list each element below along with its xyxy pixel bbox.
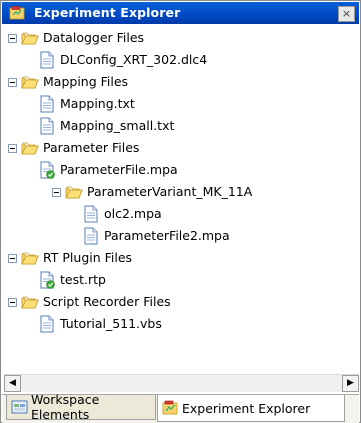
folder-icon <box>21 293 39 311</box>
tree-file-dlconfig[interactable]: DLConfig_XRT_302.dlc4 <box>38 49 207 71</box>
experiment-explorer-icon <box>162 400 178 415</box>
document-icon <box>82 227 100 245</box>
tree-file-label: ParameterFile2.mpa <box>104 228 230 243</box>
close-button[interactable]: × <box>338 6 355 22</box>
workspace-icon <box>11 400 28 414</box>
tree-file-olc2[interactable]: olc2.mpa <box>82 203 162 225</box>
document-icon <box>38 315 56 333</box>
scroll-left-button[interactable]: ◀ <box>4 375 21 392</box>
document-icon <box>82 205 100 223</box>
tree-folder-parameter-variant[interactable]: ParameterVariant_MK_11A <box>52 181 252 203</box>
document-icon <box>38 95 56 113</box>
experiment-tree: Datalogger Files DLConfig_XRT_302.dlc4 M… <box>2 25 359 371</box>
document-icon <box>38 117 56 135</box>
tree-file-label: DLConfig_XRT_302.dlc4 <box>60 52 208 67</box>
document-icon <box>38 51 56 69</box>
panel-tab-strip: Workspace Elements Experiment Explorer <box>2 392 359 423</box>
tree-folder-parameter[interactable]: Parameter Files <box>8 137 139 159</box>
collapse-toggle[interactable] <box>8 143 17 153</box>
tab-label: Workspace Elements <box>31 392 100 422</box>
collapse-toggle[interactable] <box>8 297 17 307</box>
experiment-explorer-app-icon <box>9 6 25 20</box>
tree-folder-script[interactable]: Script Recorder Files <box>8 291 171 313</box>
tree-file-test-rtp[interactable]: test.rtp <box>38 269 106 291</box>
experiment-explorer-panel: Experiment Explorer × Datalogger Files D… <box>0 0 361 423</box>
tab-experiment-explorer[interactable]: Experiment Explorer <box>157 395 345 422</box>
tree-file-label: ParameterFile.mpa <box>60 162 178 177</box>
tree-file-mapping-small[interactable]: Mapping_small.txt <box>38 115 174 137</box>
tree-file-tutorial[interactable]: Tutorial_511.vbs <box>38 313 162 335</box>
collapse-toggle[interactable] <box>52 187 61 197</box>
tree-folder-rtplugin[interactable]: RT Plugin Files <box>8 247 132 269</box>
folder-icon <box>21 249 39 267</box>
folder-icon <box>21 29 39 47</box>
tree-file-mapping[interactable]: Mapping.txt <box>38 93 135 115</box>
tree-file-parameterfile[interactable]: ParameterFile.mpa <box>38 159 178 181</box>
tree-folder-datalogger[interactable]: Datalogger Files <box>8 27 144 49</box>
collapse-toggle[interactable] <box>8 33 17 43</box>
window-title: Experiment Explorer <box>34 5 181 20</box>
title-bar[interactable]: Experiment Explorer × <box>2 2 359 24</box>
folder-icon <box>21 73 39 91</box>
tree-file-label: olc2.mpa <box>104 206 162 221</box>
tree-folder-label: RT Plugin Files <box>43 250 133 265</box>
collapse-toggle[interactable] <box>8 253 17 263</box>
tab-workspace-elements[interactable]: Workspace Elements <box>6 392 156 422</box>
scroll-right-button[interactable]: ▶ <box>342 375 359 392</box>
tree-folder-label: Parameter Files <box>43 140 140 155</box>
tab-label: Experiment Explorer <box>182 400 311 416</box>
tree-folder-label: Datalogger Files <box>43 30 145 45</box>
tree-folder-label: Script Recorder Files <box>43 294 171 309</box>
horizontal-scrollbar[interactable]: ◀ ▶ <box>4 374 359 392</box>
tree-file-label: Tutorial_511.vbs <box>60 316 162 331</box>
tree-file-label: Mapping.txt <box>60 96 135 111</box>
folder-icon <box>21 139 39 157</box>
collapse-toggle[interactable] <box>8 77 17 87</box>
folder-icon <box>65 183 83 201</box>
tree-file-label: Mapping_small.txt <box>60 118 175 133</box>
tree-file-label: test.rtp <box>60 272 106 287</box>
tree-folder-label: ParameterVariant_MK_11A <box>87 184 253 199</box>
tree-file-parameterfile2[interactable]: ParameterFile2.mpa <box>82 225 230 247</box>
tree-folder-mapping[interactable]: Mapping Files <box>8 71 128 93</box>
tree-folder-label: Mapping Files <box>43 74 129 89</box>
document-checked-icon <box>38 161 56 179</box>
document-checked-icon <box>38 271 56 289</box>
